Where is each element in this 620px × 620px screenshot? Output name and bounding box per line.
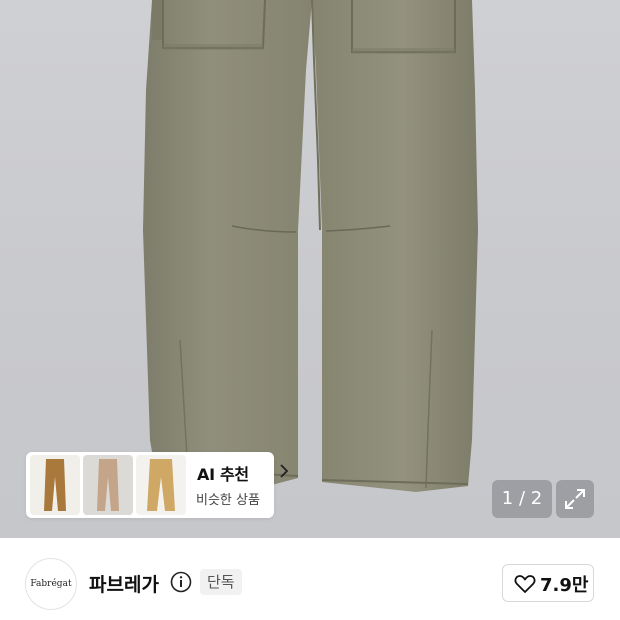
recommend-thumbnail[interactable] <box>30 455 80 515</box>
recommend-thumbnail[interactable] <box>83 455 133 515</box>
expand-icon <box>565 489 585 509</box>
info-icon[interactable] <box>170 571 192 593</box>
like-count: 7.9만 <box>540 575 589 596</box>
brand-bar: Fabrégat 파브레가 단독 7.9만 <box>0 538 620 620</box>
image-pager: 1 / 2 <box>492 480 552 518</box>
product-image-gallery[interactable]: AI 추천 비슷한 상품 1 / 2 <box>0 0 620 538</box>
ai-recommend-card[interactable]: AI 추천 비슷한 상품 <box>26 452 289 518</box>
like-button[interactable]: 7.9만 <box>502 564 594 602</box>
ai-recommend-title: AI 추천 <box>197 465 249 484</box>
exclusive-badge: 단독 <box>200 569 242 595</box>
brand-name[interactable]: 파브레가 <box>89 570 159 597</box>
expand-image-button[interactable] <box>556 480 594 518</box>
chevron-right-icon <box>280 464 289 478</box>
brand-logo[interactable]: Fabrégat <box>25 558 77 610</box>
heart-icon <box>514 575 536 593</box>
recommend-thumbnail[interactable] <box>136 455 186 515</box>
ai-recommend-subtitle: 비슷한 상품 <box>196 493 260 508</box>
